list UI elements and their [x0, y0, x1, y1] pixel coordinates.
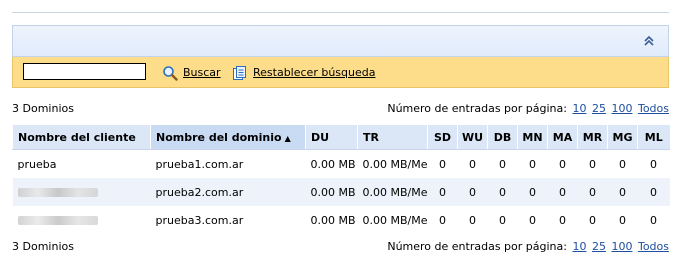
traffic: 0.00 MB/Mes [362, 157, 428, 171]
top-divider [12, 12, 669, 13]
wu-count: 0 [457, 178, 488, 206]
column-header-mg[interactable]: MG [607, 125, 638, 150]
paging-bottom: Número de entradas por página: 10 25 100… [387, 240, 669, 253]
wu-count: 0 [469, 213, 476, 227]
sd-count: 0 [427, 178, 458, 206]
reset-search-label: Restablecer búsqueda [253, 66, 376, 79]
wu-count: 0 [469, 157, 476, 171]
column-header-tr[interactable]: TR [357, 125, 428, 150]
mn-count: 0 [517, 178, 548, 206]
reset-list-icon [233, 65, 246, 80]
ml-count: 0 [650, 157, 657, 171]
traffic: 0.00 MB/Mes [362, 213, 428, 227]
search-label: Buscar [183, 66, 221, 79]
paging-label: Número de entradas por página: [387, 240, 567, 253]
mr-count: 0 [589, 213, 596, 227]
domain-name[interactable]: prueba2.com.ar [150, 178, 306, 206]
page-size-100[interactable]: 100 [611, 240, 632, 253]
domains-table: Nombre del cliente Nombre del dominio ▲ D… [12, 125, 670, 234]
disk-usage: 0.00 MB [305, 178, 358, 206]
column-header-wu[interactable]: WU [457, 125, 488, 150]
paging-label: Número de entradas por página: [387, 102, 567, 115]
column-header-domain[interactable]: Nombre del dominio ▲ [150, 125, 306, 150]
sort-ascending-icon: ▲ [284, 133, 291, 143]
page-size-25[interactable]: 25 [592, 240, 606, 253]
domain-name[interactable]: prueba1.com.ar [151, 150, 306, 179]
mn-count: 0 [529, 157, 536, 171]
mr-count: 0 [589, 157, 596, 171]
column-header-db[interactable]: DB [487, 125, 518, 150]
paging-top: Número de entradas por página: 10 25 100… [387, 102, 669, 115]
search-input[interactable] [23, 63, 146, 80]
domain-count-top: 3 Dominios [12, 102, 74, 115]
reset-search-button[interactable]: Restablecer búsqueda [232, 64, 375, 81]
column-header-mr[interactable]: MR [577, 125, 608, 150]
redacted-client-name [17, 216, 98, 225]
domain-count-bottom: 3 Dominios [12, 240, 74, 253]
search-button[interactable]: Buscar [162, 64, 221, 81]
traffic: 0.00 MB/Mes [357, 178, 428, 206]
page-size-all[interactable]: Todos [638, 102, 669, 115]
ml-count: 0 [650, 213, 657, 227]
page-size-25[interactable]: 25 [592, 102, 606, 115]
ma-count: 0 [559, 157, 566, 171]
disk-usage: 0.00 MB [310, 213, 356, 227]
search-bar: Buscar Restablecer búsqueda [12, 57, 669, 88]
sd-count: 0 [439, 157, 446, 171]
mg-count: 0 [607, 178, 638, 206]
client-name[interactable] [12, 178, 151, 206]
magnifier-icon [163, 65, 178, 81]
table-row[interactable]: prueba3.com.ar 0.00 MB 0.00 MB/Mes 0 0 0… [13, 206, 670, 234]
mg-count: 0 [619, 157, 626, 171]
db-count: 0 [487, 178, 518, 206]
client-name[interactable] [13, 206, 151, 234]
column-header-ml[interactable]: ML [637, 125, 670, 150]
collapse-chevrons-icon[interactable] [643, 34, 655, 48]
page-size-100[interactable]: 100 [611, 102, 632, 115]
mg-count: 0 [619, 213, 626, 227]
column-header-client[interactable]: Nombre del cliente [12, 125, 151, 150]
sd-count: 0 [439, 213, 446, 227]
column-header-du[interactable]: DU [305, 125, 358, 150]
page-size-10[interactable]: 10 [572, 102, 586, 115]
table-row[interactable]: prueba2.com.ar 0.00 MB 0.00 MB/Mes 0 0 0… [12, 178, 670, 206]
ma-count: 0 [559, 213, 566, 227]
table-header-row: Nombre del cliente Nombre del dominio ▲ D… [12, 125, 670, 150]
disk-usage: 0.00 MB [310, 157, 356, 171]
panel-header [12, 25, 669, 57]
column-header-mn[interactable]: MN [517, 125, 548, 150]
table-row[interactable]: prueba prueba1.com.ar 0.00 MB 0.00 MB/Me… [13, 150, 670, 179]
page-size-all[interactable]: Todos [638, 240, 669, 253]
column-header-ma[interactable]: MA [547, 125, 578, 150]
mn-count: 0 [529, 213, 536, 227]
db-count: 0 [499, 157, 506, 171]
client-name[interactable]: prueba [13, 150, 151, 179]
db-count: 0 [499, 213, 506, 227]
column-header-sd[interactable]: SD [427, 125, 458, 150]
ma-count: 0 [547, 178, 578, 206]
page-size-10[interactable]: 10 [572, 240, 586, 253]
mr-count: 0 [577, 178, 608, 206]
domain-name[interactable]: prueba3.com.ar [151, 206, 306, 234]
ml-count: 0 [637, 178, 670, 206]
redacted-client-name [17, 188, 98, 197]
